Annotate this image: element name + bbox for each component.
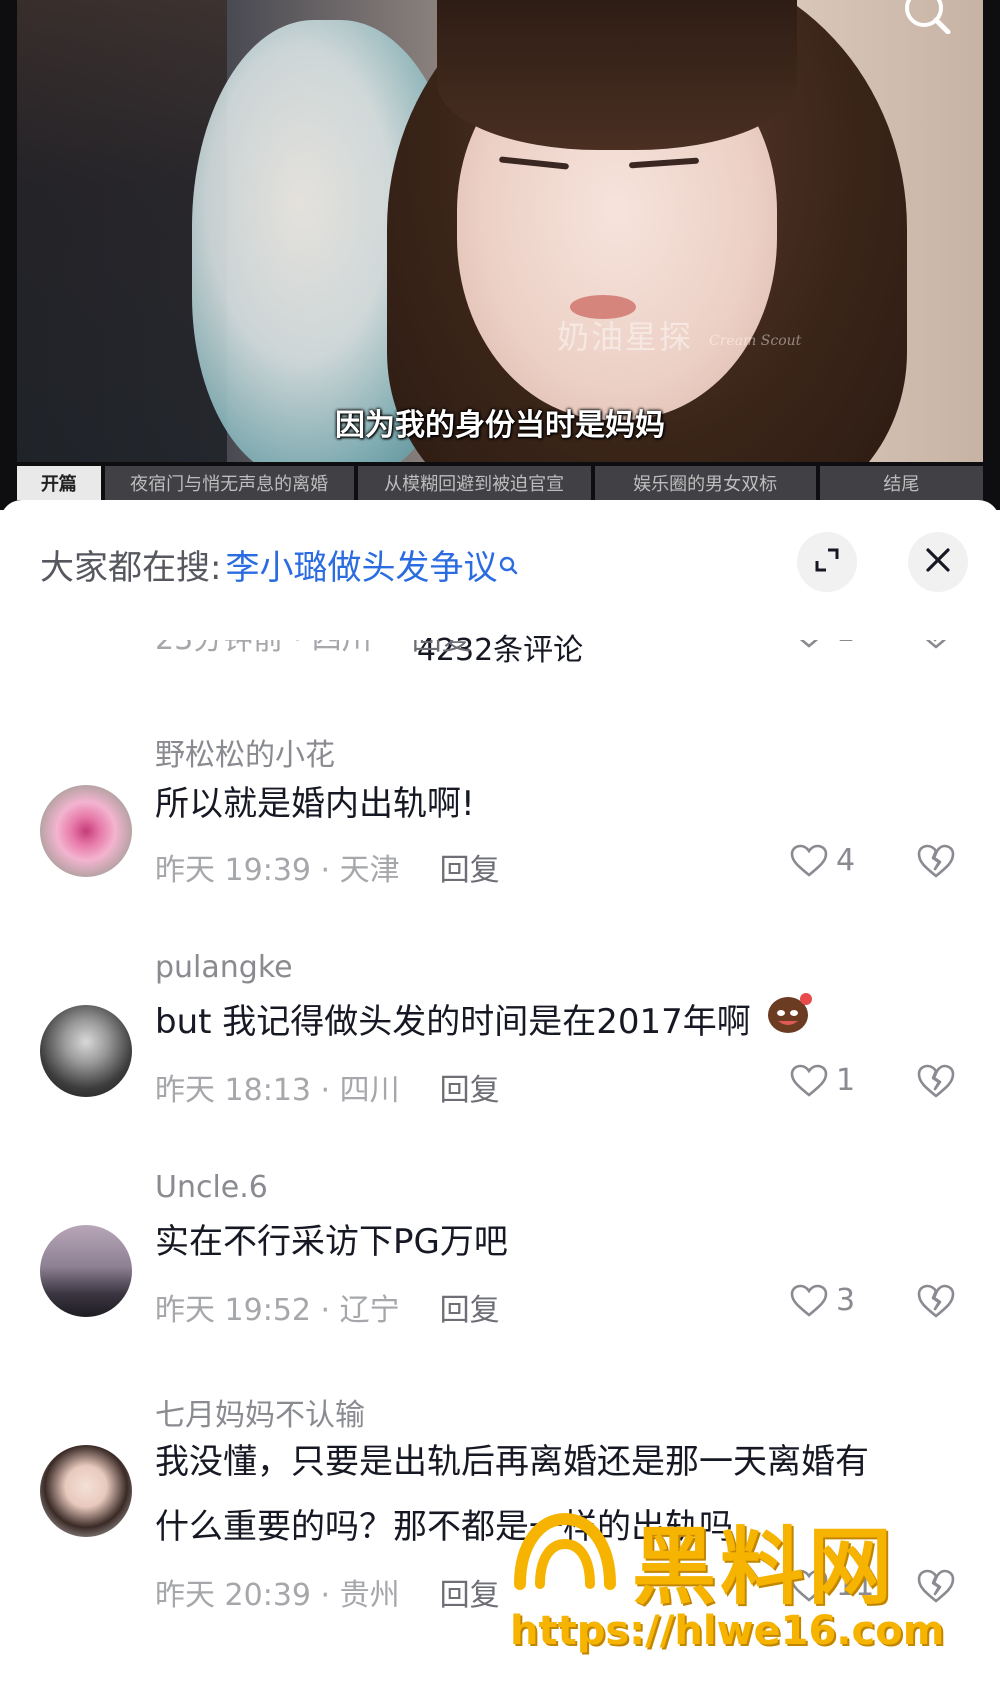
like-count: 1 (836, 640, 855, 649)
reply-button[interactable]: 回复 (440, 1570, 500, 1614)
dislike-button[interactable] (916, 640, 956, 654)
like-button[interactable]: 1 (790, 640, 855, 649)
video-player[interactable]: 奶油星探 Cream Scout 因为我的身份当时是妈妈 开篇 夜宿门与悄无声息… (0, 0, 1000, 510)
chapter-item[interactable]: 从模糊回避到被迫官宣 (357, 466, 591, 500)
search-small-icon (499, 547, 519, 574)
like-count: 1 (836, 1063, 856, 1098)
reply-button[interactable]: 回复 (412, 640, 472, 658)
comment-text: 所以就是婚内出轨啊! (155, 784, 475, 824)
video-watermark-en: Cream Scout (709, 333, 802, 349)
heart-icon (790, 1569, 828, 1602)
like-button[interactable]: 3 (790, 1283, 855, 1318)
heart-icon (800, 640, 818, 648)
avatar[interactable] (40, 1005, 132, 1097)
expand-icon (813, 546, 841, 578)
comment-meta: 23分钟前 · 四川 回复 (155, 640, 472, 658)
chapter-bar: 开篇 夜宿门与悄无声息的离婚 从模糊回避到被迫官宣 娱乐圈的男女双标 结尾 (17, 466, 983, 500)
comment-username[interactable]: pulangke (155, 950, 293, 985)
broken-heart-icon (917, 1064, 955, 1098)
laughing-emoji-icon (766, 991, 814, 1056)
comment-username[interactable]: Uncle.6 (155, 1170, 268, 1205)
reply-button[interactable]: 回复 (440, 1065, 500, 1109)
heart-icon (790, 1284, 828, 1317)
broken-heart-icon (917, 1284, 955, 1318)
comment-time-location: 昨天 20:39 · 贵州 (155, 1578, 400, 1613)
broken-heart-icon (917, 1569, 955, 1603)
chapter-item[interactable]: 夜宿门与悄无声息的离婚 (104, 466, 354, 500)
comment-username[interactable]: 野松松的小花 (155, 730, 335, 774)
dislike-button[interactable] (916, 1063, 956, 1103)
chapter-item[interactable]: 开篇 (17, 466, 101, 500)
comment-text-body: but 我记得做头发的时间是在2017年啊 (155, 1002, 751, 1042)
broken-heart-icon (925, 640, 947, 649)
comment-time-location: 23分钟前 · 四川 (155, 640, 372, 658)
comment-text: but 我记得做头发的时间是在2017年啊 (155, 990, 814, 1056)
reply-button[interactable]: 回复 (440, 845, 500, 889)
comment-text-line: 我没懂，只要是出轨后再离婚还是那一天离婚有 (155, 1442, 869, 1482)
expand-button[interactable] (797, 532, 857, 592)
video-subtitle: 因为我的身份当时是妈妈 (335, 408, 665, 443)
like-button[interactable]: 11 (790, 1568, 874, 1603)
dislike-button[interactable] (916, 1568, 956, 1608)
comment-time-location: 昨天 19:52 · 辽宁 (155, 1293, 400, 1328)
comment-sheet: 大家都在搜: 李小璐做头发争议 4232条评论 野松松的小花 所以就是婚内出轨啊… (0, 500, 1000, 1688)
broken-heart-icon (917, 844, 955, 878)
like-count: 3 (836, 1283, 856, 1318)
search-icon[interactable] (902, 0, 952, 35)
like-count: 4 (836, 843, 856, 878)
avatar[interactable] (40, 1225, 132, 1317)
trending-search-term[interactable]: 李小璐做头发争议 (225, 540, 497, 589)
comment-meta: 昨天 19:39 · 天津 回复 (155, 845, 500, 889)
heart-icon (790, 844, 828, 877)
comment-meta: 昨天 20:39 · 贵州 回复 (155, 1570, 500, 1614)
video-frame: 奶油星探 Cream Scout (17, 0, 983, 462)
video-watermark-cn: 奶油星探 (557, 318, 694, 356)
trending-search-prefix: 大家都在搜: (40, 548, 222, 588)
comment-meta: 昨天 19:52 · 辽宁 回复 (155, 1285, 500, 1329)
comment-username[interactable]: 七月妈妈不认输 (155, 1390, 365, 1434)
comment-meta: 昨天 18:13 · 四川 回复 (155, 1065, 500, 1109)
comment-time-location: 昨天 18:13 · 四川 (155, 1073, 400, 1108)
person-bangs (437, 0, 797, 150)
comment-time-location: 昨天 19:39 · 天津 (155, 853, 400, 888)
partial-comment-row: 23分钟前 · 四川 回复 1 (0, 640, 1000, 680)
dislike-button[interactable] (916, 843, 956, 883)
chapter-item[interactable]: 娱乐圈的男女双标 (594, 466, 816, 500)
avatar[interactable] (40, 1445, 132, 1537)
heart-icon (790, 1064, 828, 1097)
comment-text: 实在不行采访下PG万吧 (155, 1222, 508, 1262)
like-count: 11 (836, 1568, 875, 1603)
close-button[interactable] (908, 532, 968, 592)
like-button[interactable]: 4 (790, 843, 855, 878)
like-button[interactable]: 1 (790, 1063, 855, 1098)
dislike-button[interactable] (916, 1283, 956, 1323)
reply-button[interactable]: 回复 (440, 1285, 500, 1329)
chapter-item[interactable]: 结尾 (819, 466, 983, 500)
trending-search[interactable]: 大家都在搜: 李小璐做头发争议 (40, 540, 519, 589)
avatar[interactable] (40, 785, 132, 877)
comment-text-line: 什么重要的吗？那不都是一样的出轨吗 (155, 1507, 733, 1547)
close-icon (924, 546, 952, 578)
